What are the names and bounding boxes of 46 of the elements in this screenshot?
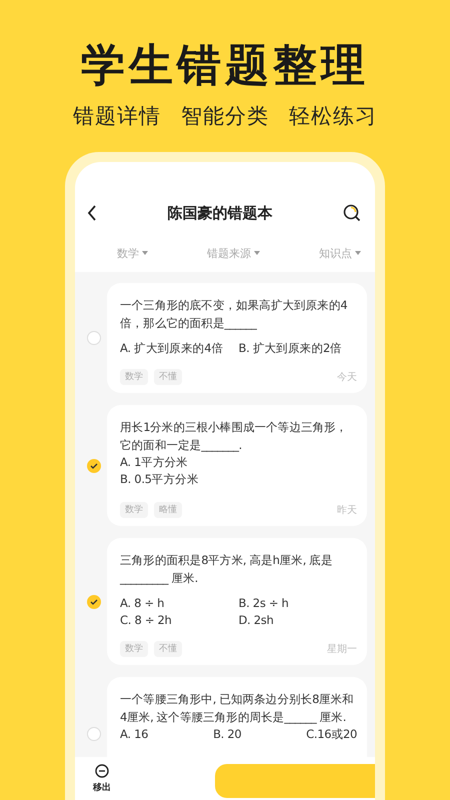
select-radio[interactable] (87, 458, 101, 472)
question-card[interactable]: 用长1分米的三根小棒围成一个等边三角形，它的面和一定是_______. A. 1平方分米 B. 0.5平方分米 数学 略懂 昨天 (107, 405, 367, 526)
answer-option: B. 扩大到原来的2倍 (238, 340, 357, 357)
date-label: 星期一 (327, 642, 357, 656)
answer-option: D. 2sh (238, 612, 357, 629)
tag: 数学 (120, 502, 148, 518)
answer-option: A. 8 ÷ h (120, 595, 238, 612)
question-card[interactable]: 一个三角形的底不变，如果高扩大到原来的4倍，那么它的面积是______ A. 扩大到原来的4倍 B. 扩大到原来的2倍 数学 不懂 今天 (107, 283, 367, 393)
caret-icon (142, 251, 148, 255)
date-label: 昨天 (337, 504, 357, 517)
answer-option: B. 0.5平方分米 (120, 471, 357, 488)
question-card[interactable]: 一个等腰三角形中, 已知两条边分别长8厘米和4厘米, 这个等腰三角形的周长是______ 厘米. A. 16 B. 20 C.16或20 (107, 677, 367, 757)
select-radio[interactable] (87, 727, 101, 741)
feature-label: 轻松练习 (289, 103, 377, 130)
page-title: 陈国豪的错题本 (168, 204, 272, 222)
search-icon[interactable] (343, 204, 361, 222)
tag: 数学 (120, 369, 148, 385)
feature-label: 智能分类 (181, 103, 269, 130)
date-label: 今天 (337, 371, 357, 384)
select-radio[interactable] (87, 331, 101, 345)
tag: 不懂 (154, 641, 182, 657)
back-icon[interactable] (87, 205, 97, 221)
question-text: 三角形的面积是8平方米, 高是h厘米, 底是_________ 厘米. (120, 552, 334, 587)
answer-option: C. 8 ÷ 2h (120, 612, 238, 629)
select-radio[interactable] (87, 594, 101, 608)
answer-option: A. 1平方分米 (120, 454, 357, 471)
question-text: 一个三角形的底不变，如果高扩大到原来的4倍，那么它的面积是______ (120, 297, 348, 332)
answer-option: B. 20 (213, 726, 306, 743)
tag: 不懂 (154, 369, 182, 385)
check-icon (90, 462, 98, 468)
answer-option: B. 2s ÷ h (238, 595, 357, 612)
question-text: 一个等腰三角形中, 已知两条边分别长8厘米和4厘米, 这个等腰三角形的周长是______ 厘米. (120, 691, 355, 726)
check-icon (90, 598, 98, 604)
caret-icon (355, 251, 361, 255)
headline: 学生错题整理 (81, 40, 369, 92)
tag: 略懂 (154, 502, 182, 518)
question-text: 用长1分米的三根小棒围成一个等边三角形，它的面和一定是_______. (120, 419, 348, 454)
tag: 数学 (120, 641, 148, 657)
feature-label: 错题详情 (73, 103, 161, 130)
answer-option: C.16或20 (306, 726, 357, 743)
minus-circle-icon (95, 764, 109, 778)
caret-icon (254, 251, 260, 255)
answer-option: A. 扩大到原来的4倍 (120, 340, 238, 357)
answer-option: A. 16 (120, 726, 214, 743)
remove-button[interactable]: 移出 (93, 764, 111, 794)
question-card[interactable]: 三角形的面积是8平方米, 高是h厘米, 底是_________ 厘米. A. 8 ÷ h B. 2s ÷ h C. 8 ÷ 2h D. 2sh 数学 不懂 星期一 (107, 538, 367, 665)
